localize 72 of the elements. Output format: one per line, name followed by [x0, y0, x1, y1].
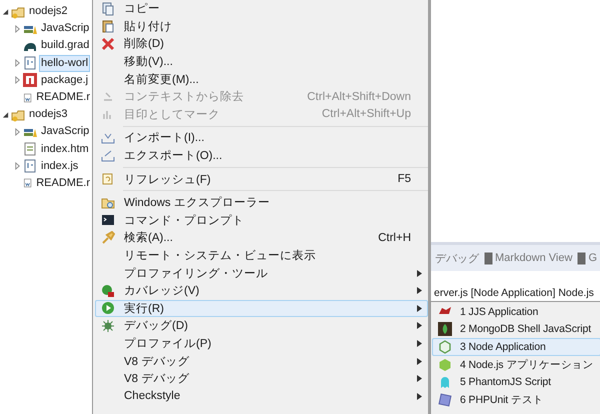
clipboard-icon: [101, 19, 115, 34]
tree-item[interactable]: JavaScrip: [39, 20, 92, 38]
expanded-arrow-icon[interactable]: [2, 8, 9, 16]
view-icon: [484, 252, 493, 264]
menu-item[interactable]: V8 デバッグ: [95, 370, 428, 388]
tree-item[interactable]: build.grad: [39, 37, 92, 54]
tree-item[interactable]: README.r: [34, 89, 92, 106]
menu-item[interactable]: インポート(I)...: [95, 129, 428, 147]
menu-item[interactable]: プロファイル(P): [95, 334, 428, 352]
bug-icon: [101, 318, 115, 333]
menu-item[interactable]: 実行(R): [95, 300, 428, 318]
submenu-item[interactable]: 2 MongoDB Shell JavaScript: [432, 320, 600, 338]
submenu-item[interactable]: 5 PhantomJS Script: [432, 373, 600, 391]
menu-item[interactable]: カバレッジ(V): [95, 282, 428, 300]
menu-item[interactable]: デバッグ(D): [95, 317, 428, 335]
menu-item[interactable]: プロファイリング・ツール: [95, 264, 428, 282]
menu-item[interactable]: 削除(D): [95, 35, 428, 53]
menu-item[interactable]: 検索(A)... Ctrl+H: [95, 229, 428, 247]
tree-item[interactable]: README.r: [34, 174, 92, 192]
project-folder-icon: [11, 4, 25, 19]
tree-item[interactable]: nodejs3: [27, 106, 70, 124]
menu-item[interactable]: エクスポート(O)...: [95, 146, 428, 164]
menu-item[interactable]: コマンド・プロンプト: [95, 212, 428, 230]
folder-search-icon: [101, 196, 115, 210]
submenu-item[interactable]: 4 Node.js アプリケーション: [432, 356, 600, 374]
submenu-item[interactable]: 3 Node Application: [432, 338, 600, 356]
tree-item[interactable]: JavaScrip: [39, 123, 92, 140]
view-tab[interactable]: Markdown View: [484, 252, 572, 264]
leaf-icon: [438, 322, 452, 336]
menu-item[interactable]: 貼り付け: [95, 18, 428, 36]
tree-item[interactable]: index.htm: [39, 140, 91, 158]
menu-item[interactable]: コピー: [95, 0, 428, 18]
collapsed-arrow-icon[interactable]: [14, 24, 21, 33]
menu-item[interactable]: 移動(V)...: [95, 52, 428, 70]
tree-item[interactable]: nodejs2: [27, 3, 70, 20]
view-tab[interactable]: G: [577, 252, 598, 264]
shortcut-text: Ctrl+Alt+Shift+Down: [307, 90, 411, 103]
menu-item[interactable]: 名前変更(M)...: [95, 70, 428, 88]
project-folder-icon: [11, 108, 25, 122]
console-text: erver.js [Node Application] Node.js: [434, 287, 594, 299]
collapsed-arrow-icon[interactable]: [14, 162, 21, 170]
text-file-icon: [23, 176, 32, 190]
menu-item[interactable]: Checkstyle: [95, 387, 428, 406]
html-file-icon: [23, 142, 37, 156]
ghost-icon: [438, 375, 452, 390]
collapsed-arrow-icon[interactable]: [14, 59, 21, 68]
tree-item[interactable]: index.js: [39, 158, 80, 175]
collapsed-arrow-icon[interactable]: [14, 76, 21, 84]
shortcut-text: Ctrl+H: [378, 232, 411, 244]
submenu-item[interactable]: 6 PHPUnit テスト: [432, 390, 600, 409]
terminal-icon: [101, 213, 115, 228]
menu-item[interactable]: リフレッシュ(F) F5: [95, 170, 428, 188]
tree-item[interactable]: hello-worl: [39, 54, 90, 72]
menu-item[interactable]: リモート・システム・ビューに表示: [95, 246, 428, 264]
text-file-icon: [23, 90, 32, 105]
collapsed-arrow-icon[interactable]: [14, 128, 21, 136]
coverage-icon: [101, 284, 115, 298]
close-icon: [101, 36, 115, 51]
export-tray-icon: [101, 148, 115, 163]
shortcut-text: F5: [398, 173, 411, 186]
expanded-arrow-icon[interactable]: [2, 110, 9, 119]
view-icon: [577, 252, 586, 264]
npm-box-icon: [23, 73, 37, 88]
tree-item[interactable]: package.j: [39, 72, 90, 89]
menu-item[interactable]: V8 デバッグ: [95, 352, 428, 370]
hexagon-icon: [438, 340, 452, 354]
menu-item[interactable]: Windows エクスプローラー: [95, 194, 428, 212]
shortcut-text: Ctrl+Alt+Shift+Up: [322, 108, 411, 120]
submenu-item[interactable]: 1 JJS Application: [432, 303, 600, 321]
refresh-icon: [101, 172, 115, 186]
view-tab[interactable]: デバッグ: [435, 250, 479, 266]
run-icon: [101, 301, 115, 316]
